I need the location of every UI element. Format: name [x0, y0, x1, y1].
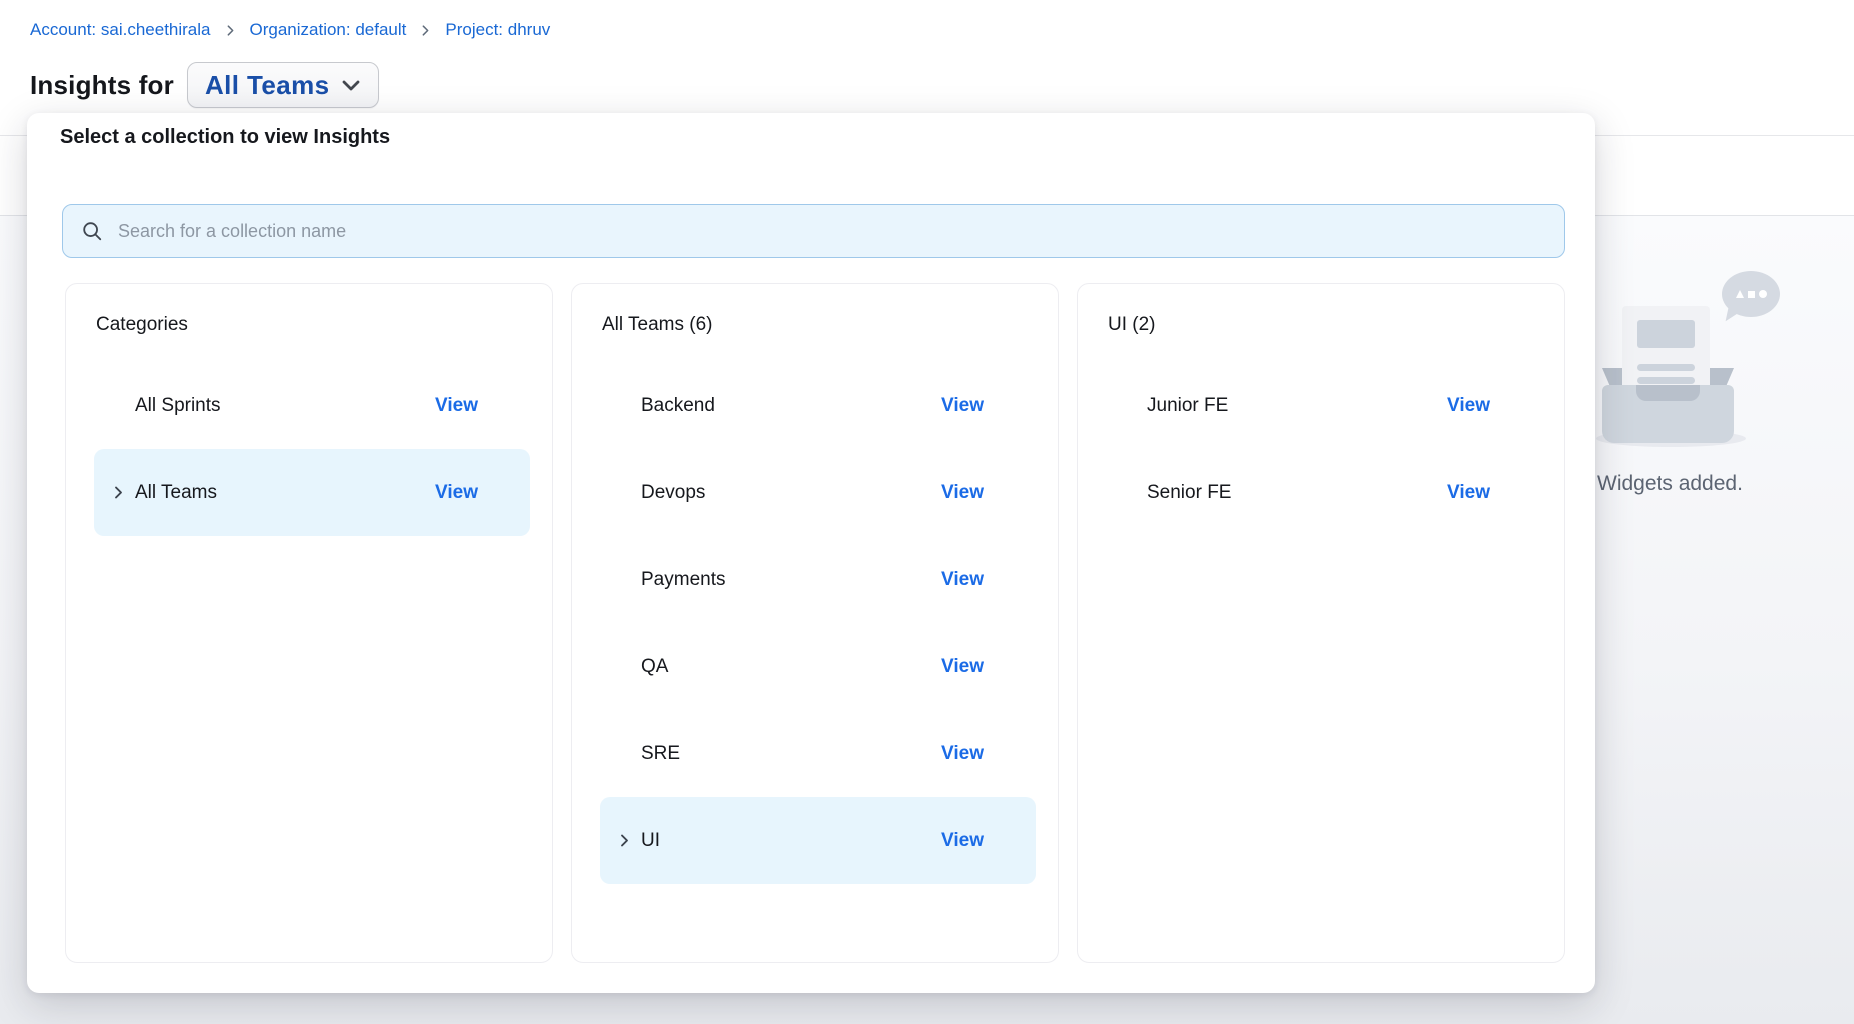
collection-columns: Categories All Sprints View All Teams Vi…	[65, 283, 1565, 963]
search-icon	[81, 220, 103, 242]
view-link[interactable]: View	[941, 482, 984, 504]
chevron-right-icon	[224, 24, 237, 37]
view-link[interactable]: View	[941, 830, 984, 852]
list-item-payments[interactable]: Payments View	[600, 536, 1036, 623]
collection-picker-popover: Select a collection to view Insights Cat…	[27, 113, 1595, 993]
collection-dropdown-label: All Teams	[205, 70, 330, 101]
item-name: Payments	[641, 569, 941, 591]
item-name: QA	[641, 656, 941, 678]
item-name: Senior FE	[1147, 482, 1447, 504]
view-link[interactable]: View	[941, 743, 984, 765]
item-name: All Sprints	[135, 395, 435, 417]
item-name: All Teams	[135, 482, 435, 504]
view-link[interactable]: View	[1447, 395, 1490, 417]
list-item-all-teams[interactable]: All Teams View	[94, 449, 530, 536]
inbox-tray-front	[1602, 385, 1734, 443]
list-item-qa[interactable]: QA View	[600, 623, 1036, 710]
chevron-down-icon	[339, 73, 363, 97]
view-link[interactable]: View	[941, 395, 984, 417]
list-item-devops[interactable]: Devops View	[600, 449, 1036, 536]
panel-header: All Teams (6)	[602, 314, 1028, 336]
empty-state-caption: Widgets added.	[1597, 472, 1743, 496]
chevron-right-icon	[111, 485, 126, 500]
item-name: Backend	[641, 395, 941, 417]
list-item-all-sprints[interactable]: All Sprints View	[94, 362, 530, 449]
breadcrumb: Account: sai.cheethirala Organization: d…	[30, 19, 550, 41]
page-header: Insights for All Teams	[30, 62, 379, 108]
categories-panel: Categories All Sprints View All Teams Vi…	[65, 283, 553, 963]
triangle-glyph	[1736, 290, 1744, 298]
breadcrumb-project-link[interactable]: Project: dhruv	[445, 19, 550, 41]
collection-dropdown-button[interactable]: All Teams	[187, 62, 380, 108]
list-item-junior-fe[interactable]: Junior FE View	[1106, 362, 1542, 449]
square-glyph	[1748, 291, 1755, 298]
item-name: Junior FE	[1147, 395, 1447, 417]
speech-bubble-icon	[1722, 271, 1780, 317]
circle-glyph	[1759, 290, 1767, 298]
item-name: SRE	[641, 743, 941, 765]
chevron-right-icon	[419, 24, 432, 37]
list-item-sre[interactable]: SRE View	[600, 710, 1036, 797]
breadcrumb-organization-link[interactable]: Organization: default	[250, 19, 407, 41]
view-link[interactable]: View	[941, 569, 984, 591]
item-name: Devops	[641, 482, 941, 504]
all-teams-panel: All Teams (6) Backend View Devops View P…	[571, 283, 1059, 963]
list-item-ui[interactable]: UI View	[600, 797, 1036, 884]
panel-header: Categories	[96, 314, 522, 336]
page-title: Insights for	[30, 70, 174, 101]
search-input[interactable]	[116, 220, 1546, 243]
popover-title: Select a collection to view Insights	[60, 126, 390, 149]
view-link[interactable]: View	[941, 656, 984, 678]
collection-search	[62, 204, 1565, 258]
chevron-right-icon	[617, 833, 632, 848]
view-link[interactable]: View	[1447, 482, 1490, 504]
panel-header: UI (2)	[1108, 314, 1534, 336]
no-widgets-empty-state: Widgets added.	[1595, 240, 1854, 530]
breadcrumb-account-link[interactable]: Account: sai.cheethirala	[30, 19, 211, 41]
list-item-senior-fe[interactable]: Senior FE View	[1106, 449, 1542, 536]
view-link[interactable]: View	[435, 395, 478, 417]
list-item-backend[interactable]: Backend View	[600, 362, 1036, 449]
item-name: UI	[641, 830, 941, 852]
ui-panel: UI (2) Junior FE View Senior FE View	[1077, 283, 1565, 963]
view-link[interactable]: View	[435, 482, 478, 504]
